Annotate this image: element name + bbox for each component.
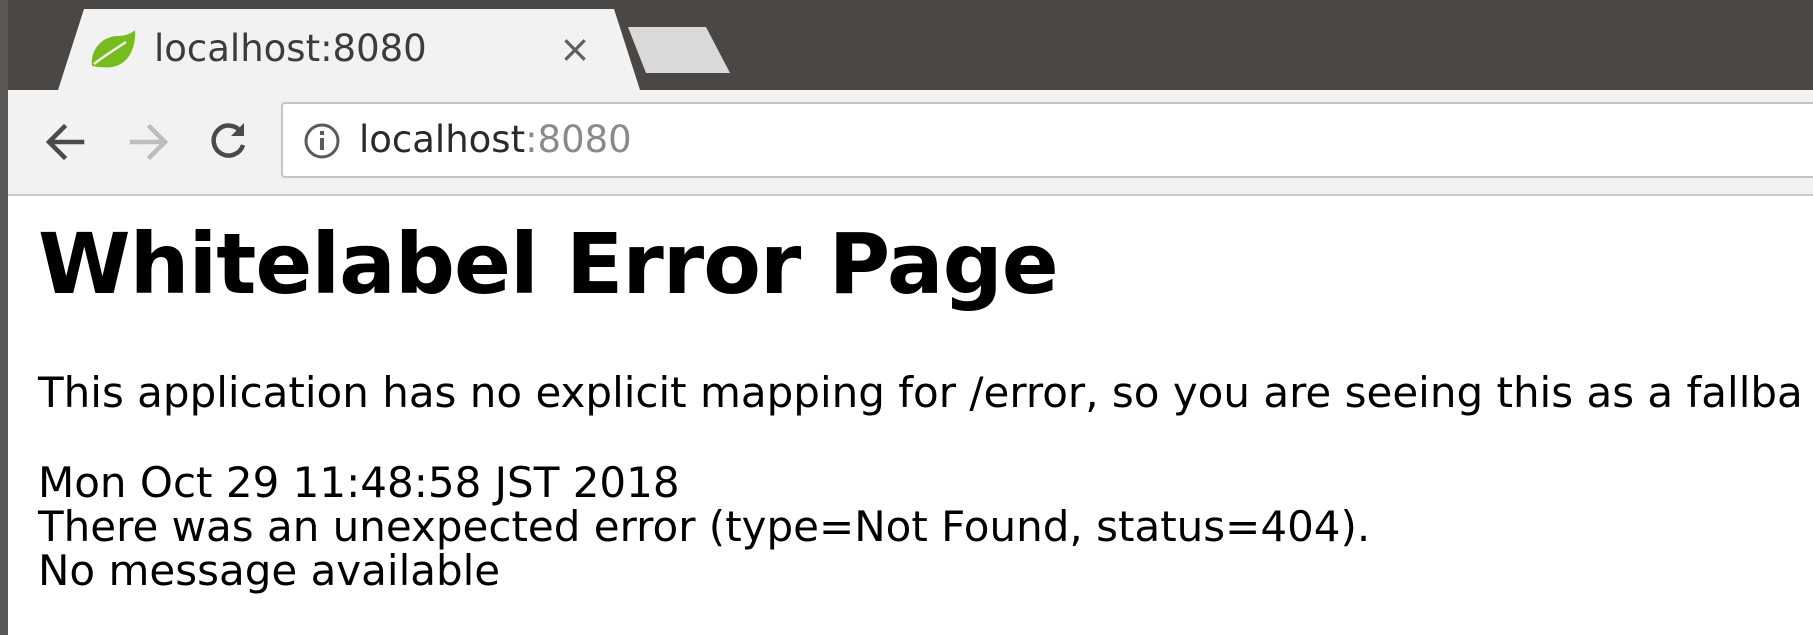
tab-title: localhost:8080: [154, 27, 427, 70]
error-status: There was an unexpected error (type=Not …: [38, 502, 1371, 551]
forward-button[interactable]: [120, 114, 176, 170]
forward-arrow-icon: [129, 123, 169, 161]
browser-window: localhost:8080 × localhost:8080 Whitelab…: [0, 0, 1813, 635]
tab-localhost[interactable]: localhost:8080 ×: [58, 9, 640, 90]
error-timestamp: Mon Oct 29 11:48:58 JST 2018: [38, 458, 680, 507]
error-message: No message available: [38, 546, 501, 595]
new-tab-button[interactable]: [628, 27, 730, 73]
window-edge: [0, 0, 8, 635]
back-arrow-icon: [45, 123, 85, 161]
tab-strip: localhost:8080 ×: [0, 0, 1813, 90]
reload-button[interactable]: [200, 114, 256, 170]
close-icon[interactable]: ×: [553, 27, 597, 71]
url-host: localhost: [359, 118, 526, 161]
back-button[interactable]: [38, 114, 94, 170]
url-port: :8080: [525, 118, 632, 161]
url-text[interactable]: localhost:8080: [359, 118, 632, 162]
page-title: Whitelabel Error Page: [38, 215, 1059, 313]
reload-icon: [211, 123, 246, 158]
address-bar[interactable]: localhost:8080: [281, 102, 1813, 178]
browser-toolbar: localhost:8080: [0, 90, 1813, 196]
error-description: This application has no explicit mapping…: [38, 368, 1803, 417]
spring-leaf-icon: [91, 30, 136, 68]
info-icon[interactable]: [303, 122, 341, 160]
